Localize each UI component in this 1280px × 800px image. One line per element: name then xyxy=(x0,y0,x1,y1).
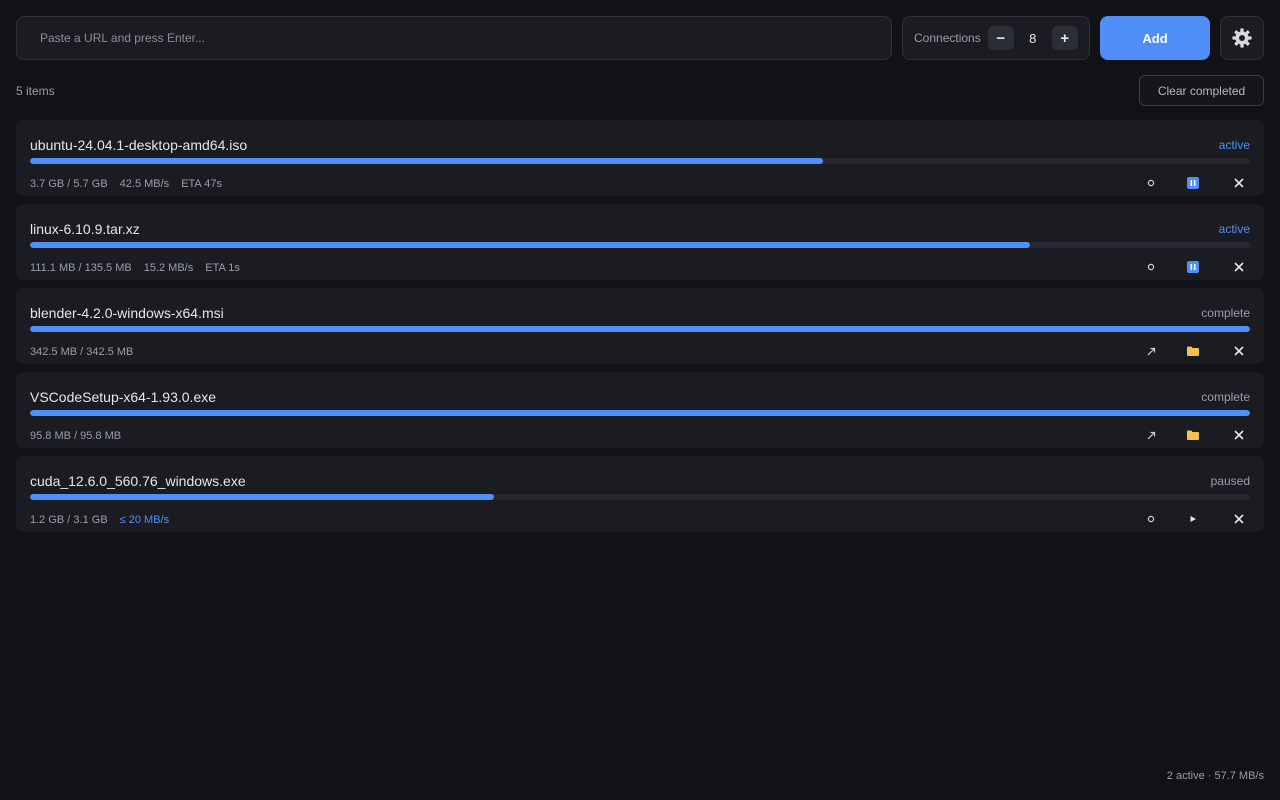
url-input[interactable] xyxy=(16,16,892,60)
progress-bar xyxy=(30,242,1250,248)
item-actions xyxy=(1130,172,1264,194)
progress-bar xyxy=(30,326,1250,332)
file-name: linux-6.10.9.tar.xz xyxy=(30,221,140,237)
download-item: ubuntu-24.04.1-desktop-amd64.iso active … xyxy=(16,120,1264,196)
size-text: 342.5 MB / 342.5 MB xyxy=(30,346,134,358)
connections-decrement-button[interactable]: − xyxy=(987,26,1014,50)
show-in-folder-button[interactable] xyxy=(1172,424,1214,446)
download-list: ubuntu-24.04.1-desktop-amd64.iso active … xyxy=(16,120,1264,540)
file-name: cuda_12.6.0_560.76_windows.exe xyxy=(30,473,246,489)
size-text: 111.1 MB / 135.5 MB xyxy=(30,262,132,274)
progress-fill xyxy=(30,326,1250,332)
progress-fill xyxy=(30,410,1250,416)
open-icon xyxy=(1147,347,1155,355)
item-actions xyxy=(1130,340,1264,362)
size-text: 1.2 GB / 3.1 GB xyxy=(30,514,108,526)
remove-button[interactable] xyxy=(1214,256,1264,278)
speed-text: 42.5 MB/s xyxy=(119,178,170,190)
status-badge: active xyxy=(1218,222,1250,236)
connections-increment-button[interactable]: + xyxy=(1051,26,1078,50)
download-meta: 3.7 GB / 5.7 GB 42.5 MB/s ETA 47s xyxy=(30,178,222,190)
speed-text: 15.2 MB/s xyxy=(143,262,194,274)
pause-icon xyxy=(1187,177,1199,189)
pause-button[interactable] xyxy=(1172,256,1214,278)
clear-completed-button[interactable]: Clear completed xyxy=(1139,75,1264,106)
limit-icon xyxy=(1147,179,1155,187)
download-item: blender-4.2.0-windows-x64.msi complete 3… xyxy=(16,288,1264,364)
pause-button[interactable] xyxy=(1172,172,1214,194)
connections-value: 8 xyxy=(1029,30,1037,46)
remove-button[interactable] xyxy=(1214,424,1264,446)
show-in-folder-button[interactable] xyxy=(1172,340,1214,362)
progress-bar xyxy=(30,158,1250,164)
folder-icon xyxy=(1187,346,1199,356)
size-text: 3.7 GB / 5.7 GB xyxy=(30,178,108,190)
folder-icon xyxy=(1187,430,1199,440)
download-meta: 111.1 MB / 135.5 MB 15.2 MB/s ETA 1s xyxy=(30,262,240,274)
gear-icon xyxy=(1232,28,1252,48)
close-icon xyxy=(1234,430,1244,440)
remove-button[interactable] xyxy=(1214,172,1264,194)
remove-button[interactable] xyxy=(1214,340,1264,362)
open-icon xyxy=(1147,431,1155,439)
download-item: cuda_12.6.0_560.76_windows.exe paused 1.… xyxy=(16,456,1264,532)
file-name: blender-4.2.0-windows-x64.msi xyxy=(30,305,224,321)
file-name: ubuntu-24.04.1-desktop-amd64.iso xyxy=(30,137,248,153)
speed-limit-button[interactable] xyxy=(1130,508,1172,530)
progress-bar xyxy=(30,410,1250,416)
close-icon xyxy=(1234,178,1244,188)
download-meta: 342.5 MB / 342.5 MB xyxy=(30,346,133,358)
status-badge: paused xyxy=(1210,474,1250,488)
speed-limit-button[interactable] xyxy=(1130,256,1172,278)
resume-icon xyxy=(1190,516,1196,522)
progress-fill xyxy=(30,494,494,500)
remove-button[interactable] xyxy=(1214,508,1264,530)
item-actions xyxy=(1130,256,1264,278)
settings-button[interactable] xyxy=(1220,16,1264,60)
download-meta: 95.8 MB / 95.8 MB xyxy=(30,430,121,442)
download-item: linux-6.10.9.tar.xz active 111.1 MB / 13… xyxy=(16,204,1264,280)
limit-icon xyxy=(1147,515,1155,523)
add-button[interactable]: Add xyxy=(1100,16,1210,60)
progress-fill xyxy=(30,158,823,164)
status-badge: active xyxy=(1218,138,1250,152)
eta-text: ETA 47s xyxy=(181,178,222,190)
limit-icon xyxy=(1147,263,1155,271)
connections-label: Connections xyxy=(914,31,981,45)
speed-limit-text: ≤ 20 MB/s xyxy=(119,514,170,526)
download-meta: 1.2 GB / 3.1 GB ≤ 20 MB/s xyxy=(30,514,169,526)
status-badge: complete xyxy=(1201,306,1250,320)
close-icon xyxy=(1234,262,1244,272)
download-item: VSCodeSetup-x64-1.93.0.exe complete 95.8… xyxy=(16,372,1264,448)
speed-limit-button[interactable] xyxy=(1130,172,1172,194)
resume-button[interactable] xyxy=(1172,508,1214,530)
open-file-button[interactable] xyxy=(1130,424,1172,446)
toolbar: Connections − 8 + Add xyxy=(16,16,1264,60)
progress-fill xyxy=(30,242,1031,248)
close-icon xyxy=(1234,514,1244,524)
item-actions xyxy=(1130,508,1264,530)
status-summary: 2 active · 57.7 MB/s xyxy=(1166,770,1264,782)
size-text: 95.8 MB / 95.8 MB xyxy=(30,430,122,442)
file-name: VSCodeSetup-x64-1.93.0.exe xyxy=(30,389,217,405)
connections-control: Connections − 8 + xyxy=(902,16,1090,60)
open-file-button[interactable] xyxy=(1130,340,1172,362)
close-icon xyxy=(1234,346,1244,356)
item-count: 5 items xyxy=(16,84,55,98)
eta-text: ETA 1s xyxy=(205,262,240,274)
item-actions xyxy=(1130,424,1264,446)
status-badge: complete xyxy=(1201,390,1250,404)
progress-bar xyxy=(30,494,1250,500)
pause-icon xyxy=(1187,261,1199,273)
